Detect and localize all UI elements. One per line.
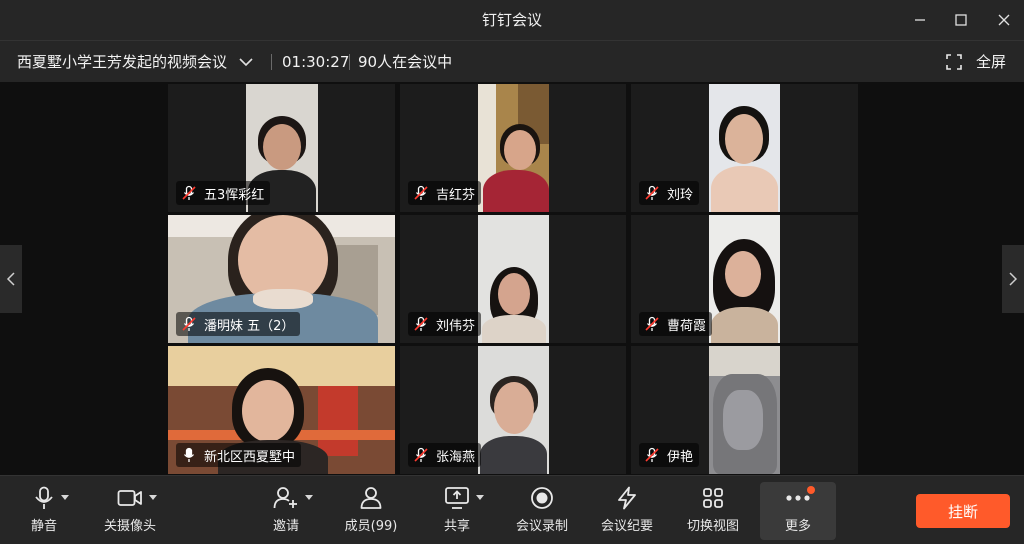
participant-video	[478, 346, 549, 474]
grid-view-icon	[703, 488, 723, 508]
participant-name-tag: 新北区西夏墅中	[176, 443, 302, 467]
divider	[271, 54, 272, 70]
mic-muted-icon	[180, 315, 198, 333]
notification-dot	[807, 486, 815, 494]
share-label: 共享	[443, 519, 470, 534]
mic-muted-icon	[180, 184, 198, 202]
video-tile[interactable]: 刘伟芬	[400, 215, 626, 343]
participant-name-tag: 刘伟芬	[408, 312, 482, 336]
hangup-button[interactable]: 挂断	[916, 494, 1010, 528]
participant-video	[709, 215, 780, 343]
minimize-button[interactable]	[900, 0, 940, 40]
title-bar: 钉钉会议	[0, 0, 1024, 40]
participant-name-tag: 伊艳	[639, 443, 700, 467]
mic-muted-icon	[412, 446, 430, 464]
participant-name-tag: 曹荷霞	[639, 312, 713, 336]
invite-label: 邀请	[272, 519, 299, 534]
participant-status: 90人在会议中	[358, 53, 453, 71]
lightning-icon	[618, 486, 636, 510]
meeting-info-bar: 西夏墅小学王芳发起的视频会议 01:30:27 90人在会议中 全屏	[0, 40, 1024, 82]
members-label: 成员(99)	[344, 519, 398, 534]
participant-video	[478, 84, 549, 212]
participant-video	[709, 346, 780, 474]
window-title: 钉钉会议	[481, 11, 542, 29]
previous-page-button[interactable]	[0, 245, 22, 313]
participant-name: 刘伟芬	[436, 318, 476, 334]
maximize-button[interactable]	[941, 0, 981, 40]
meeting-title[interactable]: 西夏墅小学王芳发起的视频会议	[17, 41, 227, 83]
camera-icon	[117, 490, 142, 506]
mic-on-icon	[180, 446, 198, 464]
meeting-toolbar: 静音 关摄像头 邀请 成员(99) 共享 会议录制 会议纪要 切换视图 更多 挂…	[0, 475, 1024, 544]
participant-name: 刘玲	[667, 187, 694, 203]
chevron-down-icon[interactable]	[61, 495, 69, 500]
participant-name: 潘明妹 五（2）	[204, 318, 295, 334]
record-button[interactable]: 会议录制	[512, 484, 572, 538]
video-tile[interactable]: 五3恽彩红	[168, 84, 395, 212]
video-tile[interactable]: 伊艳	[631, 346, 858, 474]
chevron-left-icon	[6, 272, 15, 286]
participant-name-tag: 五3恽彩红	[176, 181, 271, 205]
switch-view-button[interactable]: 切换视图	[683, 484, 743, 538]
participant-name: 五3恽彩红	[204, 187, 265, 203]
video-tile[interactable]: 新北区西夏墅中	[168, 346, 395, 474]
participant-name-tag: 张海燕	[408, 443, 482, 467]
chevron-down-icon[interactable]	[149, 495, 157, 500]
mic-muted-icon	[643, 184, 661, 202]
close-icon	[998, 14, 1010, 26]
chevron-right-icon	[1009, 272, 1018, 286]
participant-name-tag: 刘玲	[639, 181, 700, 205]
participant-name: 张海燕	[436, 449, 476, 465]
more-icon	[786, 495, 810, 501]
next-page-button[interactable]	[1002, 245, 1024, 313]
mute-label: 静音	[30, 519, 57, 534]
mic-muted-icon	[412, 315, 430, 333]
add-user-icon	[273, 487, 297, 509]
record-label: 会议录制	[515, 519, 568, 534]
more-button[interactable]: 更多	[768, 484, 828, 538]
video-tile[interactable]: 曹荷霞	[631, 215, 858, 343]
video-grid: 五3恽彩红 吉红芬 刘玲 潘明妹 五（2） 刘伟芬 曹荷霞 新北区西夏墅中 张海…	[0, 82, 1024, 475]
participant-name: 伊艳	[667, 449, 694, 465]
close-button[interactable]	[984, 0, 1024, 40]
camera-off-button[interactable]: 关摄像头	[100, 484, 160, 538]
chevron-down-icon[interactable]	[238, 54, 254, 70]
video-tile[interactable]: 张海燕	[400, 346, 626, 474]
chevron-down-icon[interactable]	[476, 495, 484, 500]
mic-muted-icon	[643, 315, 661, 333]
more-label: 更多	[784, 519, 811, 534]
participant-name: 吉红芬	[436, 187, 476, 203]
mic-muted-icon	[643, 446, 661, 464]
share-button[interactable]: 共享	[441, 484, 484, 538]
switch-view-label: 切换视图	[686, 519, 739, 534]
fullscreen-icon[interactable]	[946, 54, 962, 70]
mute-button[interactable]: 静音	[26, 484, 69, 538]
divider	[349, 54, 350, 70]
share-screen-icon	[445, 487, 469, 509]
maximize-icon	[955, 14, 967, 26]
participant-video	[478, 215, 549, 343]
participant-name-tag: 吉红芬	[408, 181, 482, 205]
participant-name: 新北区西夏墅中	[204, 449, 296, 465]
invite-button[interactable]: 邀请	[270, 484, 313, 538]
minutes-button[interactable]: 会议纪要	[597, 484, 657, 538]
user-icon	[360, 487, 382, 509]
participant-name-tag: 潘明妹 五（2）	[176, 312, 301, 336]
microphone-icon	[35, 486, 53, 509]
participant-video	[709, 84, 780, 212]
fullscreen-button[interactable]: 全屏	[976, 41, 1006, 83]
chevron-down-icon[interactable]	[305, 495, 313, 500]
video-tile[interactable]: 吉红芬	[400, 84, 626, 212]
video-tile[interactable]: 潘明妹 五（2）	[168, 215, 395, 343]
members-button[interactable]: 成员(99)	[341, 484, 401, 538]
video-tile[interactable]: 刘玲	[631, 84, 858, 212]
participant-name: 曹荷霞	[667, 318, 707, 334]
minutes-label: 会议纪要	[600, 519, 653, 534]
record-icon	[531, 487, 553, 509]
camera-off-label: 关摄像头	[103, 519, 156, 534]
minimize-icon	[915, 19, 925, 21]
mic-muted-icon	[412, 184, 430, 202]
meeting-timer: 01:30:27	[282, 53, 350, 71]
